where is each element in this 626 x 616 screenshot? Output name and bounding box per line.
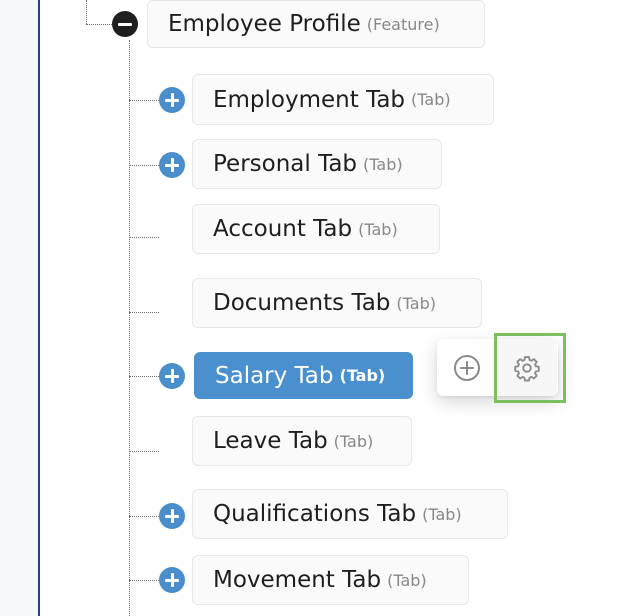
collapse-toggle-icon[interactable] [112,11,138,37]
node-kind: (Tab) [339,366,386,385]
expand-toggle-icon[interactable] [159,87,185,113]
node-title: Salary Tab [215,362,334,389]
tree-node-employee-profile[interactable]: Employee Profile (Feature) [147,0,485,48]
child-connector [129,376,159,377]
root-connector-vertical [86,0,87,24]
tree-node-account-tab[interactable]: Account Tab (Tab) [192,204,440,254]
node-kind: (Feature) [366,14,440,34]
child-connector [129,237,159,238]
settings-highlight-box [494,333,566,403]
expand-toggle-icon[interactable] [159,567,185,593]
node-title: Documents Tab [213,290,391,316]
left-panel [0,0,38,616]
node-title: Personal Tab [213,151,358,177]
node-kind: (Tab) [422,504,462,524]
tree-node-personal-tab[interactable]: Personal Tab (Tab) [192,139,442,189]
child-connector [129,165,159,166]
node-kind: (Tab) [411,90,451,109]
tree-node-documents-tab[interactable]: Documents Tab (Tab) [192,278,482,328]
child-connector [129,312,159,313]
node-title: Employee Profile [168,11,361,37]
node-title: Leave Tab [213,428,328,454]
tree-node-salary-tab[interactable]: Salary Tab (Tab) [194,352,413,399]
plus-circle-icon [454,354,480,381]
node-title: Movement Tab [213,567,382,593]
child-connector [129,580,159,581]
node-title: Employment Tab [213,86,406,113]
tree-node-employment-tab[interactable]: Employment Tab (Tab) [192,74,494,125]
child-connector [129,451,159,452]
tree-node-qualifications-tab[interactable]: Qualifications Tab (Tab) [192,489,508,539]
node-title: Qualifications Tab [213,501,417,527]
node-kind: (Tab) [363,154,403,174]
expand-toggle-icon[interactable] [159,152,185,178]
add-child-button[interactable] [437,339,497,396]
expand-toggle-icon[interactable] [159,503,185,529]
node-kind: (Tab) [396,293,436,313]
child-connector [129,516,159,517]
node-kind: (Tab) [333,431,374,451]
node-title: Account Tab [213,216,353,242]
node-kind: (Tab) [387,570,427,590]
children-connector-vertical [129,40,130,616]
left-panel-border [38,0,40,616]
expand-toggle-icon[interactable] [159,363,185,389]
node-kind: (Tab) [358,219,398,239]
root-connector-horizontal [86,24,112,25]
child-connector [129,100,159,101]
tree-node-movement-tab[interactable]: Movement Tab (Tab) [192,555,469,605]
tree-node-leave-tab[interactable]: Leave Tab (Tab) [192,416,412,466]
